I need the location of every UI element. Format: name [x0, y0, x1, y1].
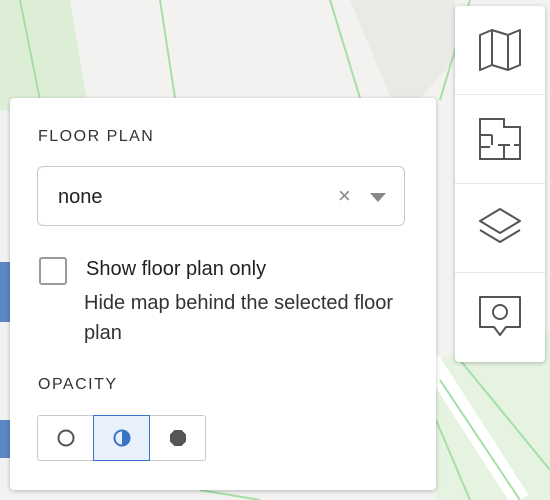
show-floor-plan-only-description: Hide map behind the selected floor plan [84, 292, 394, 344]
opacity-title: OPACITY [38, 376, 118, 393]
filled-octagon-icon [169, 430, 186, 446]
empty-circle-icon [57, 429, 74, 447]
show-floor-plan-only-label[interactable]: Show floor plan only [86, 258, 266, 281]
floor-plan-select[interactable]: none × [37, 166, 405, 226]
opacity-selector [37, 415, 206, 461]
show-floor-plan-only-checkbox[interactable] [39, 257, 67, 285]
layers-icon [479, 208, 521, 243]
floor-plan-select-value: none [58, 186, 103, 208]
location-tool-button[interactable] [455, 272, 545, 361]
opacity-opaque-button[interactable] [149, 415, 206, 461]
map-tool-button[interactable] [455, 6, 545, 94]
chevron-down-icon[interactable] [370, 193, 386, 202]
floor-plan-panel: FLOOR PLAN none × Show floor plan only H… [10, 98, 436, 490]
opacity-transparent-button[interactable] [37, 415, 94, 461]
floor-plan-title: FLOOR PLAN [38, 128, 155, 145]
layers-tool-button[interactable] [455, 183, 545, 272]
half-circle-icon [113, 429, 130, 447]
floor-plan-tool-button[interactable] [455, 94, 545, 183]
map-icon [479, 29, 521, 71]
location-pin-icon [479, 296, 521, 336]
clear-icon[interactable]: × [338, 183, 351, 209]
map-toolbar [455, 6, 545, 362]
opacity-half-button[interactable] [93, 415, 150, 461]
floor-plan-icon [479, 118, 521, 160]
